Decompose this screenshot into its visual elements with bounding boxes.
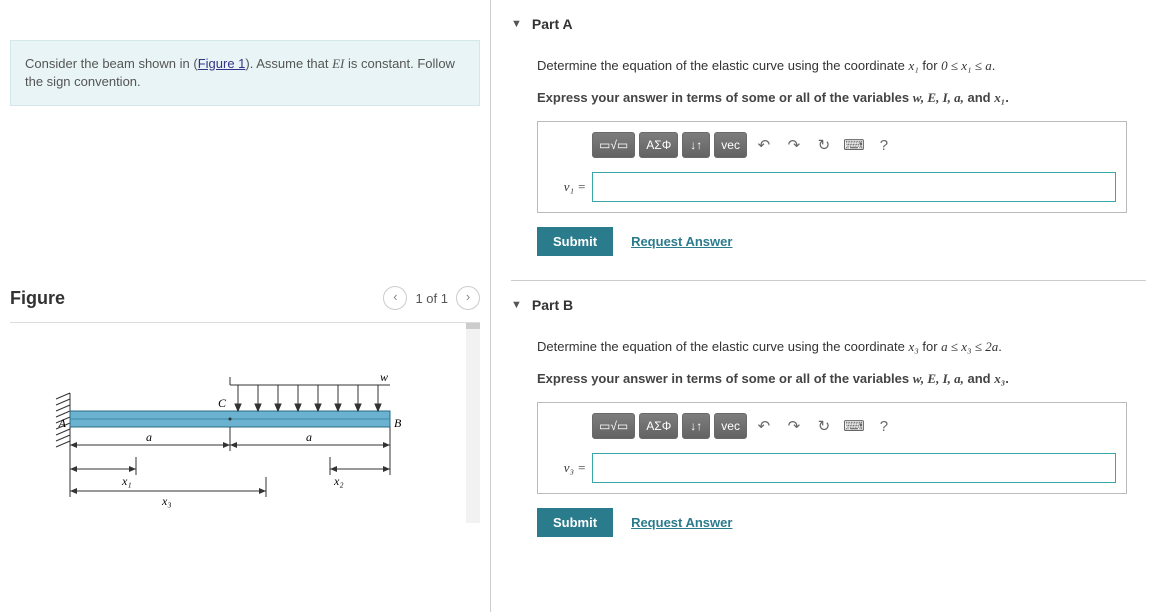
part-b-answerbox: ▭√▭ ΑΣΦ ↓↑ vec ↶ ↷ ↻ ⌨ ? v₃ = — [537, 402, 1127, 494]
figure-pager: 1 of 1 — [415, 291, 448, 306]
undo-button[interactable]: ↶ — [751, 132, 777, 158]
dim-x3: x₃ — [161, 494, 172, 508]
equation-toolbar: ▭√▭ ΑΣΦ ↓↑ vec ↶ ↷ ↻ ⌨ ? — [592, 132, 1116, 158]
problem-text-2: ). Assume that — [245, 56, 332, 71]
part-a-answerbox: ▭√▭ ΑΣΦ ↓↑ vec ↶ ↷ ↻ ⌨ ? v₁ = — [537, 121, 1127, 213]
label-B: B — [394, 416, 402, 430]
part-a-request-answer-link[interactable]: Request Answer — [631, 234, 732, 249]
label-w: w — [380, 373, 388, 384]
caret-down-icon: ▼ — [511, 18, 522, 30]
figure-area: w A C B — [10, 323, 480, 523]
dim-a2: a — [306, 430, 312, 444]
caret-down-icon: ▼ — [511, 299, 522, 311]
reset-button[interactable]: ↻ — [811, 413, 837, 439]
part-a-answer-input[interactable] — [592, 172, 1116, 202]
part-a-prompt: Determine the equation of the elastic cu… — [537, 56, 1138, 76]
part-a-lhs: v₁ = — [548, 179, 592, 195]
vec-button[interactable]: vec — [714, 413, 747, 439]
equation-toolbar: ▭√▭ ΑΣΦ ↓↑ vec ↶ ↷ ↻ ⌨ ? — [592, 413, 1116, 439]
figure-next-button[interactable]: › — [456, 286, 480, 310]
part-a-express: Express your answer in terms of some or … — [537, 88, 1138, 108]
part-b-prompt: Determine the equation of the elastic cu… — [537, 337, 1138, 357]
dim-a1: a — [146, 430, 152, 444]
keyboard-button[interactable]: ⌨ — [841, 413, 867, 439]
undo-button[interactable]: ↶ — [751, 413, 777, 439]
subsup-button[interactable]: ↓↑ — [682, 132, 710, 158]
part-a-title: Part A — [532, 16, 573, 32]
templates-button[interactable]: ▭√▭ — [592, 132, 635, 158]
templates-button[interactable]: ▭√▭ — [592, 413, 635, 439]
redo-button[interactable]: ↷ — [781, 132, 807, 158]
part-b-submit-button[interactable]: Submit — [537, 508, 613, 537]
help-button[interactable]: ? — [871, 413, 897, 439]
dim-x1: x₁ — [121, 474, 132, 488]
problem-text-1: Consider the beam shown in ( — [25, 56, 198, 71]
label-C: C — [218, 396, 227, 410]
part-b-title: Part B — [532, 297, 573, 313]
help-button[interactable]: ? — [871, 132, 897, 158]
vec-button[interactable]: vec — [714, 132, 747, 158]
part-b-answer-input[interactable] — [592, 453, 1116, 483]
figure-title: Figure — [10, 288, 65, 309]
dim-x2: x₂ — [333, 474, 344, 488]
figure-prev-button[interactable]: ‹ — [383, 286, 407, 310]
problem-statement: Consider the beam shown in (Figure 1). A… — [10, 40, 480, 106]
part-b-express: Express your answer in terms of some or … — [537, 369, 1138, 389]
label-A: A — [58, 416, 67, 430]
ei-var: EI — [332, 56, 344, 71]
part-a-submit-button[interactable]: Submit — [537, 227, 613, 256]
redo-button[interactable]: ↷ — [781, 413, 807, 439]
beam-diagram: w A C B — [10, 373, 440, 523]
subsup-button[interactable]: ↓↑ — [682, 413, 710, 439]
greek-button[interactable]: ΑΣΦ — [639, 132, 678, 158]
keyboard-button[interactable]: ⌨ — [841, 132, 867, 158]
part-b-lhs: v₃ = — [548, 460, 592, 476]
part-b-header[interactable]: ▼ Part B — [511, 281, 1146, 321]
greek-button[interactable]: ΑΣΦ — [639, 413, 678, 439]
reset-button[interactable]: ↻ — [811, 132, 837, 158]
part-b-request-answer-link[interactable]: Request Answer — [631, 515, 732, 530]
part-a-header[interactable]: ▼ Part A — [511, 0, 1146, 40]
figure-link[interactable]: Figure 1 — [198, 56, 246, 71]
figure-scrollbar[interactable] — [466, 323, 480, 523]
